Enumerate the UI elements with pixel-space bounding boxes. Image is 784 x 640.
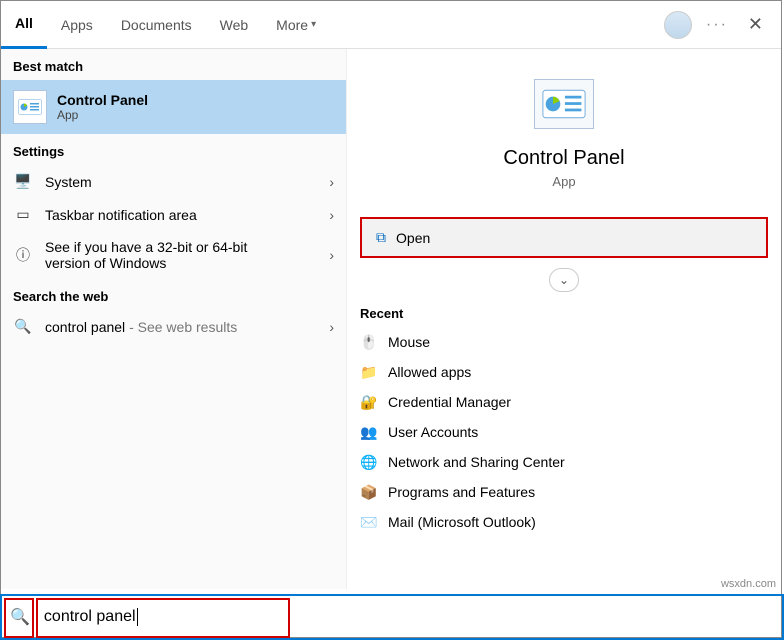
programs-icon: 📦 bbox=[360, 483, 378, 501]
chevron-right-icon: › bbox=[329, 247, 334, 263]
recent-label: User Accounts bbox=[388, 424, 478, 440]
open-label: Open bbox=[396, 230, 430, 246]
info-icon: ⓘ bbox=[13, 245, 33, 265]
search-tabs: All Apps Documents Web More ··· ✕ bbox=[1, 1, 781, 49]
more-options-icon[interactable]: ··· bbox=[700, 16, 734, 34]
taskbar-icon: ▭ bbox=[13, 206, 33, 223]
preview-subtitle: App bbox=[552, 174, 575, 189]
search-input[interactable]: control panel bbox=[44, 608, 138, 626]
tab-web[interactable]: Web bbox=[206, 1, 263, 49]
user-avatar[interactable] bbox=[664, 11, 692, 39]
chevron-right-icon: › bbox=[329, 174, 334, 190]
users-icon: 👥 bbox=[360, 423, 378, 441]
best-match-heading: Best match bbox=[1, 49, 346, 80]
search-icon: 🔍 bbox=[13, 318, 33, 335]
best-match-title: Control Panel bbox=[57, 92, 148, 108]
recent-label: Mouse bbox=[388, 334, 430, 350]
recent-label: Programs and Features bbox=[388, 484, 535, 500]
tab-more[interactable]: More bbox=[262, 1, 330, 49]
best-match-item[interactable]: Control Panel App bbox=[1, 80, 346, 134]
web-query: control panel bbox=[45, 319, 125, 335]
settings-item-label: System bbox=[45, 174, 92, 190]
recent-item[interactable]: 📦 Programs and Features bbox=[360, 477, 768, 507]
tab-all[interactable]: All bbox=[1, 1, 47, 49]
results-pane: Best match Control Panel App Settings 🖥️… bbox=[1, 49, 346, 589]
settings-item-taskbar[interactable]: ▭ Taskbar notification area › bbox=[1, 198, 346, 231]
mail-icon: ✉️ bbox=[360, 513, 378, 531]
recent-item[interactable]: ✉️ Mail (Microsoft Outlook) bbox=[360, 507, 768, 537]
recent-item[interactable]: 📁 Allowed apps bbox=[360, 357, 768, 387]
web-hint: See web results bbox=[138, 319, 238, 335]
open-icon: ⧉ bbox=[376, 229, 386, 246]
expand-icon[interactable]: ⌄ bbox=[549, 268, 579, 292]
recent-label: Mail (Microsoft Outlook) bbox=[388, 514, 536, 530]
settings-item-label: Taskbar notification area bbox=[45, 207, 197, 223]
monitor-icon: 🖥️ bbox=[13, 173, 33, 190]
best-match-subtitle: App bbox=[57, 108, 148, 122]
settings-item-bitness[interactable]: ⓘ See if you have a 32-bit or 64-bit ver… bbox=[1, 231, 346, 279]
close-icon[interactable]: ✕ bbox=[742, 14, 769, 35]
preview-pane: Control Panel App ⧉ Open ⌄ Recent 🖱️ Mous… bbox=[346, 49, 781, 589]
tab-documents[interactable]: Documents bbox=[107, 1, 206, 49]
watermark: wsxdn.com bbox=[721, 578, 776, 590]
tab-apps[interactable]: Apps bbox=[47, 1, 107, 49]
control-panel-icon bbox=[13, 90, 47, 124]
control-panel-large-icon bbox=[534, 79, 594, 129]
settings-item-label: See if you have a 32-bit or 64-bit versi… bbox=[45, 239, 295, 271]
recent-heading: Recent bbox=[360, 306, 768, 321]
settings-item-system[interactable]: 🖥️ System › bbox=[1, 165, 346, 198]
open-action[interactable]: ⧉ Open bbox=[360, 217, 768, 258]
search-web-item[interactable]: 🔍 control panel - See web results › bbox=[1, 310, 346, 343]
recent-label: Credential Manager bbox=[388, 394, 511, 410]
settings-heading: Settings bbox=[1, 134, 346, 165]
chevron-right-icon: › bbox=[329, 207, 334, 223]
search-bar[interactable]: 🔍 control panel bbox=[0, 594, 784, 640]
preview-title: Control Panel bbox=[503, 147, 624, 170]
recent-item[interactable]: 🌐 Network and Sharing Center bbox=[360, 447, 768, 477]
credential-icon: 🔐 bbox=[360, 393, 378, 411]
chevron-right-icon: › bbox=[329, 319, 334, 335]
recent-item[interactable]: 🔐 Credential Manager bbox=[360, 387, 768, 417]
search-icon: 🔍 bbox=[10, 607, 30, 627]
recent-label: Allowed apps bbox=[388, 364, 471, 380]
folder-icon: 📁 bbox=[360, 363, 378, 381]
recent-label: Network and Sharing Center bbox=[388, 454, 565, 470]
search-web-heading: Search the web bbox=[1, 279, 346, 310]
recent-item[interactable]: 🖱️ Mouse bbox=[360, 327, 768, 357]
mouse-icon: 🖱️ bbox=[360, 333, 378, 351]
recent-item[interactable]: 👥 User Accounts bbox=[360, 417, 768, 447]
network-icon: 🌐 bbox=[360, 453, 378, 471]
